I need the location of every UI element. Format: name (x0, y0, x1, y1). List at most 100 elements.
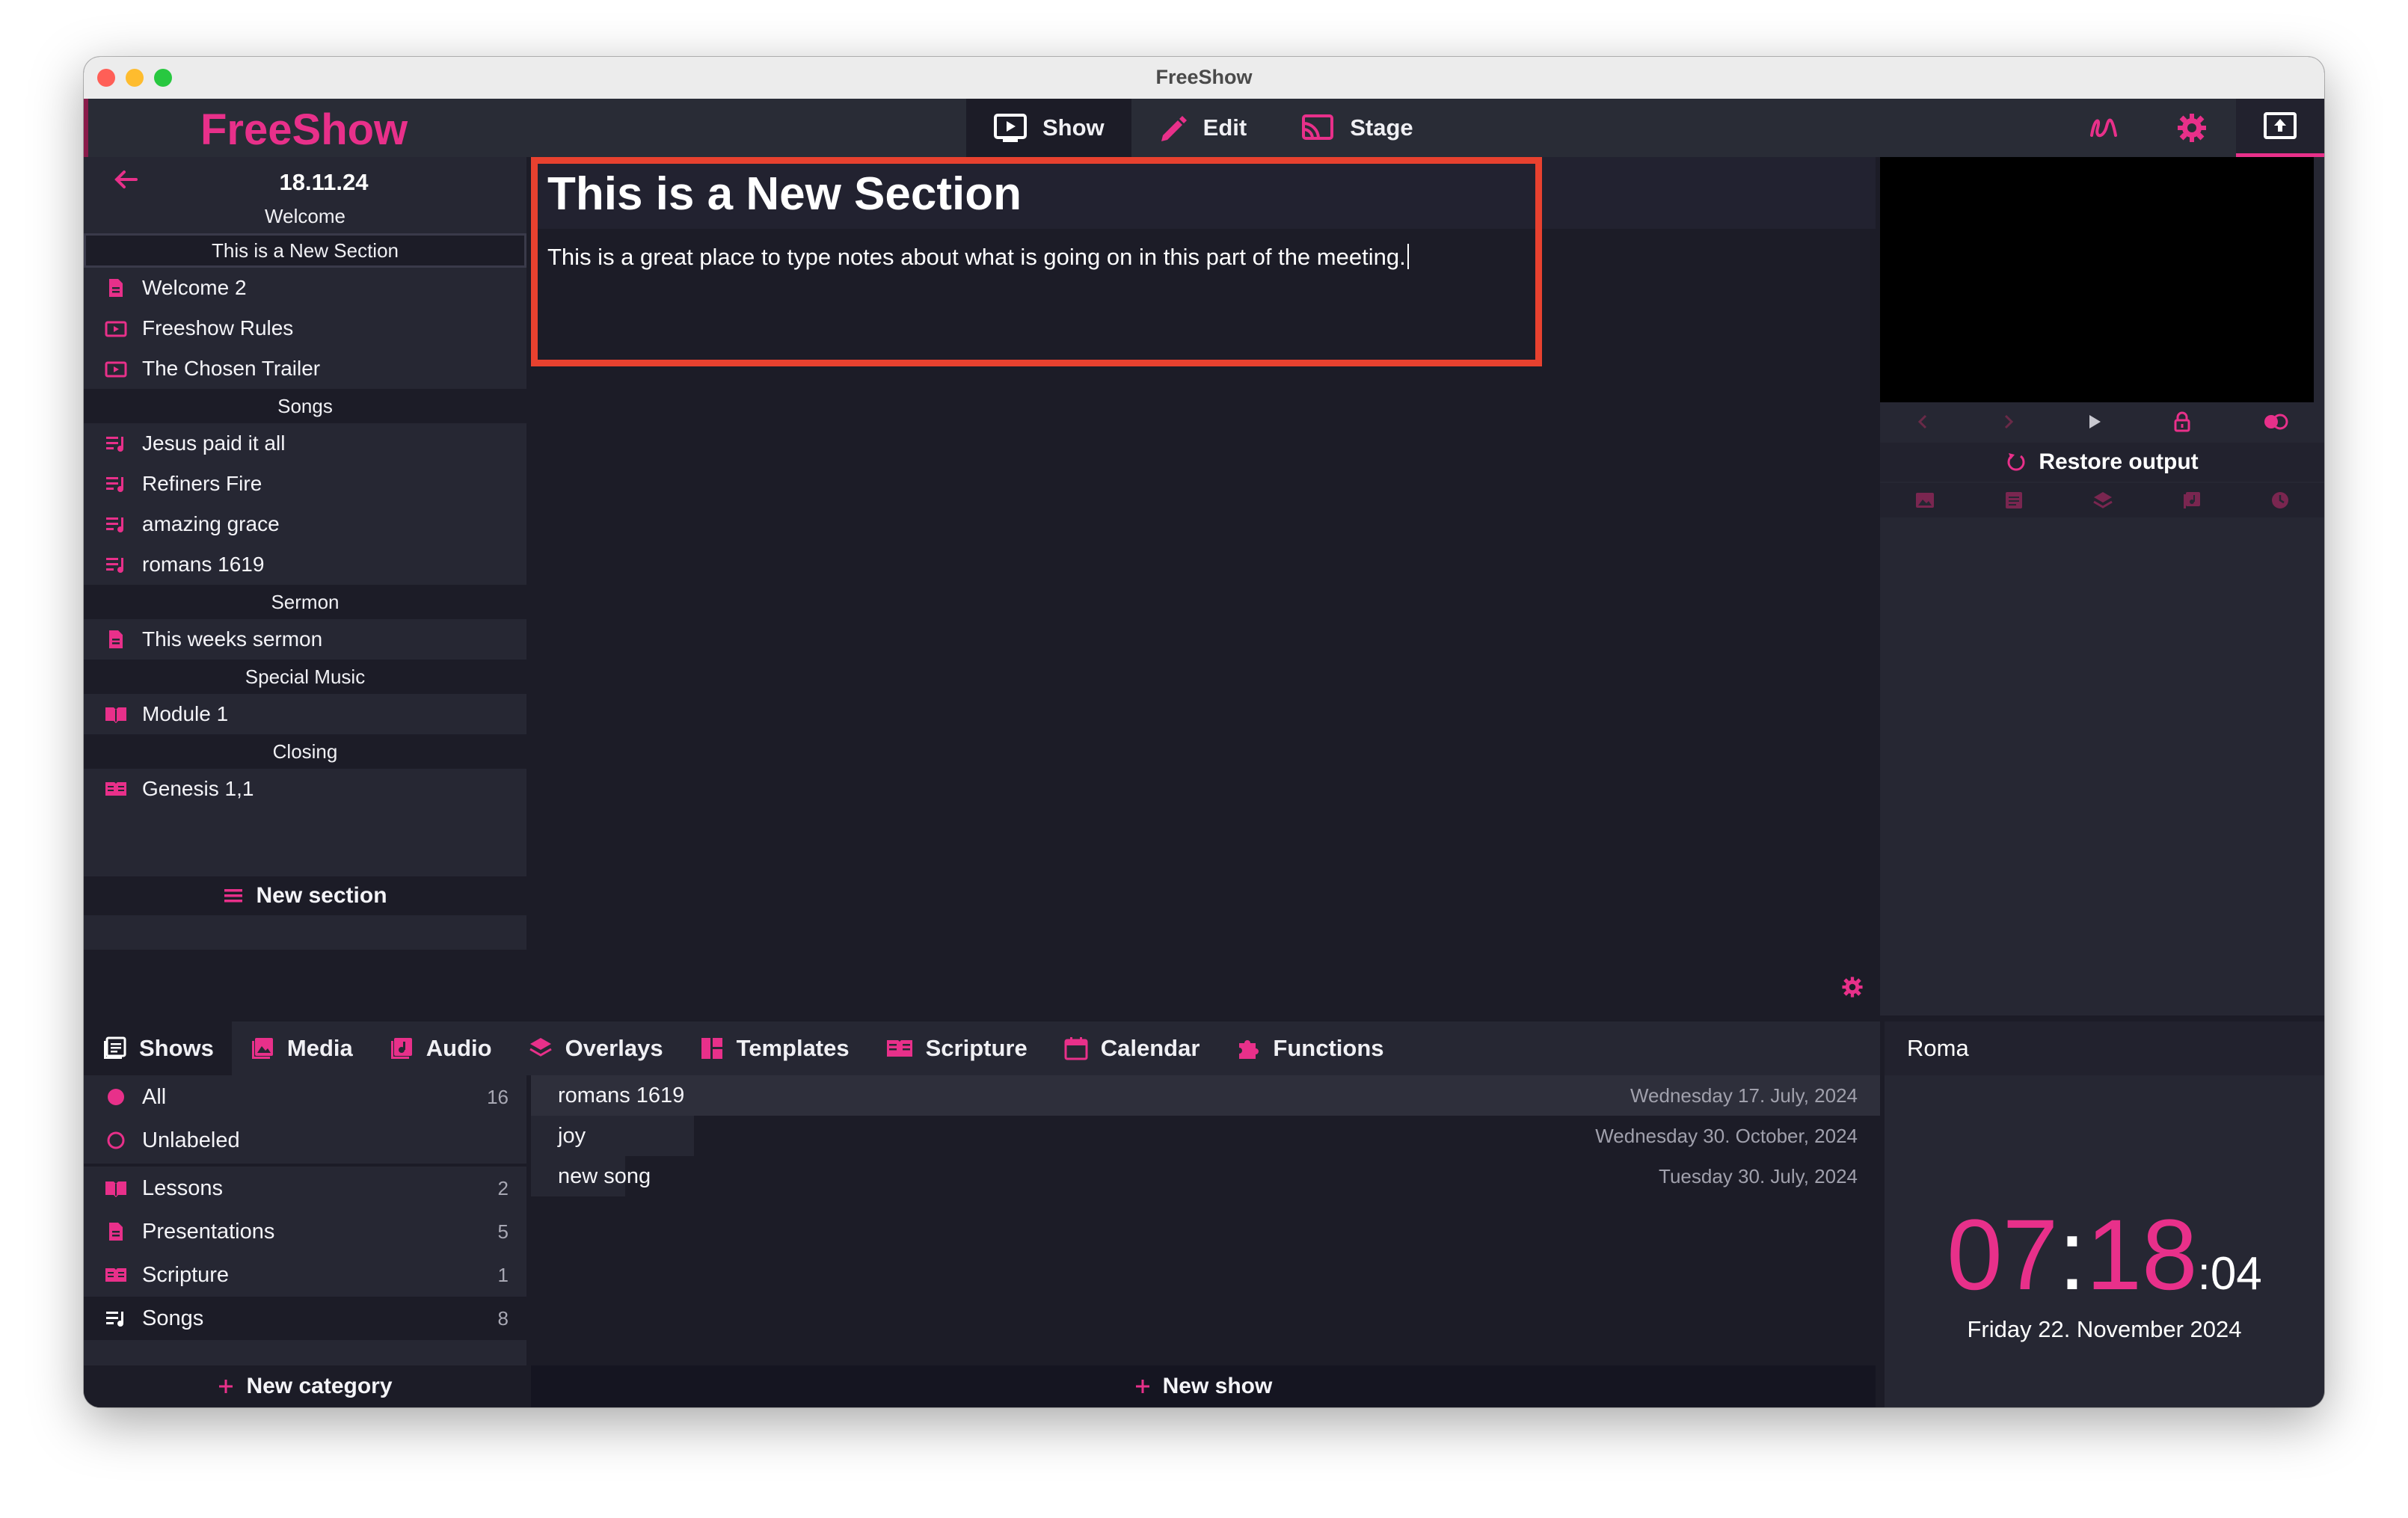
project-item[interactable]: This weeks sermon (84, 619, 526, 660)
mode-tabs: Show Edit Stage (966, 99, 1440, 157)
slide-icon[interactable] (2004, 491, 2024, 510)
plus-icon (218, 1378, 234, 1395)
project-item-label: Jesus paid it all (142, 431, 286, 455)
app-logo: FreeShow (200, 105, 408, 154)
category-unlabeled[interactable]: Unlabeled (84, 1119, 526, 1162)
section-row[interactable]: Welcome (84, 199, 526, 233)
tab-show[interactable]: Show (966, 99, 1131, 157)
tab-shows[interactable]: Shows (84, 1021, 232, 1075)
shows-list: romans 1619 Wednesday 17. July, 2024 joy… (531, 1075, 1880, 1407)
clock-seconds: 04 (2210, 1248, 2262, 1300)
project-item[interactable]: Jesus paid it all (84, 423, 526, 464)
section-row[interactable]: Sermon (84, 585, 526, 619)
transition-icon[interactable] (2262, 413, 2289, 431)
category-all[interactable]: All 16 (84, 1075, 526, 1119)
drawer-tabs: Shows Media Audio Overlays Templates Scr… (84, 1021, 1880, 1075)
show-row[interactable]: romans 1619 Wednesday 17. July, 2024 (531, 1075, 1880, 1116)
project-item[interactable]: Freeshow Rules (84, 308, 526, 348)
new-section-button[interactable]: New section (84, 876, 526, 915)
show-row-highlight (531, 1116, 694, 1156)
new-category-button[interactable]: New category (84, 1365, 526, 1407)
project-item[interactable]: Refiners Fire (84, 464, 526, 504)
tab-scripture[interactable]: Scripture (867, 1021, 1045, 1075)
project-item-label: Refiners Fire (142, 472, 262, 495)
category-label: Songs (142, 1306, 204, 1330)
tab-audio-label: Audio (426, 1035, 492, 1061)
category-scripture[interactable]: Scripture 1 (84, 1253, 526, 1297)
timer-icon[interactable] (2270, 491, 2290, 510)
tab-media[interactable]: Media (232, 1021, 371, 1075)
project-item[interactable]: Welcome 2 (84, 268, 526, 308)
project-item[interactable]: The Chosen Trailer (84, 348, 526, 389)
tab-edit[interactable]: Edit (1131, 99, 1274, 157)
output-panel: Restore output (1880, 157, 2324, 1015)
show-row[interactable]: joy Wednesday 30. October, 2024 (531, 1116, 1880, 1156)
project-item-label: Welcome 2 (142, 276, 247, 299)
project-item[interactable]: Genesis 1,1 (84, 769, 526, 809)
tab-edit-label: Edit (1203, 114, 1247, 141)
tab-shows-label: Shows (139, 1035, 214, 1061)
category-presentations[interactable]: Presentations 5 (84, 1210, 526, 1253)
settings-button[interactable] (2148, 99, 2236, 157)
clock-colon: : (2058, 1199, 2086, 1311)
section-title-input[interactable]: This is a New Section (547, 168, 1022, 221)
lock-icon[interactable] (2173, 411, 2191, 432)
category-lessons[interactable]: Lessons 2 (84, 1167, 526, 1210)
tab-templates[interactable]: Templates (681, 1021, 867, 1075)
restore-output-button[interactable]: Restore output (1880, 443, 2324, 482)
tab-show-label: Show (1042, 114, 1105, 141)
output-toggle-button[interactable] (2236, 99, 2324, 157)
background-icon[interactable] (1914, 491, 1935, 509)
output-preview[interactable] (1880, 157, 2314, 402)
filled-circle-icon (102, 1087, 130, 1107)
tab-calendar[interactable]: Calendar (1045, 1021, 1218, 1075)
section-editor: This is a New Section This is a great pl… (531, 157, 1876, 1015)
new-show-button[interactable]: New show (531, 1365, 1876, 1407)
category-label: Presentations (142, 1219, 275, 1244)
project-item[interactable]: romans 1619 (84, 544, 526, 585)
tab-stage[interactable]: Stage (1274, 99, 1440, 157)
audio-icon[interactable] (2182, 491, 2202, 510)
clock-city: Roma (1885, 1021, 2324, 1075)
tab-overlays[interactable]: Overlays (510, 1021, 681, 1075)
top-bar: FreeShow Show Edit Stage (84, 99, 2324, 157)
restore-output-label: Restore output (2039, 449, 2199, 474)
play-icon[interactable] (2086, 413, 2103, 431)
app-window: FreeShow FreeShow Show Edit Stage 18.11.… (84, 57, 2324, 1407)
next-icon[interactable] (2001, 413, 2016, 431)
clock-time: 07:18:04 (1885, 1198, 2324, 1312)
tab-audio[interactable]: Audio (371, 1021, 510, 1075)
section-notes-input[interactable]: This is a great place to type notes abou… (547, 244, 1409, 271)
calendar-icon (1063, 1036, 1089, 1061)
show-row[interactable]: new song Tuesday 30. July, 2024 (531, 1156, 1880, 1196)
shows-icon (102, 1036, 127, 1061)
presentation-icon (102, 1221, 130, 1242)
project-item-label: This weeks sermon (142, 627, 323, 651)
draw-icon (2087, 113, 2120, 143)
section-row[interactable]: Closing (84, 734, 526, 769)
prev-icon[interactable] (1915, 413, 1930, 431)
section-row[interactable]: Special Music (84, 660, 526, 694)
project-item[interactable]: Module 1 (84, 694, 526, 734)
draw-button[interactable] (2060, 99, 2148, 157)
clock-seconds-colon: : (2197, 1248, 2211, 1300)
overlay-layers-icon[interactable] (2092, 491, 2113, 510)
lesson-icon (102, 704, 130, 724)
scripture-icon (885, 1036, 914, 1061)
category-songs[interactable]: Songs 8 (84, 1297, 526, 1340)
category-count: 8 (497, 1306, 509, 1330)
settings-gear-icon (2176, 112, 2208, 144)
project-item[interactable]: amazing grace (84, 504, 526, 544)
cast-icon (1300, 113, 1335, 143)
presentation-icon (102, 277, 130, 298)
category-label: Unlabeled (142, 1128, 240, 1152)
audio-icon (389, 1036, 414, 1061)
show-name: romans 1619 (558, 1083, 685, 1107)
editor-settings-gear-icon[interactable] (1841, 976, 1864, 1002)
category-panel: All 16 Unlabeled Lessons 2 Presentations… (84, 1075, 526, 1407)
section-row-selected[interactable]: This is a New Section (84, 233, 526, 268)
lesson-icon (102, 1179, 130, 1198)
tab-functions[interactable]: Functions (1217, 1021, 1401, 1075)
section-row[interactable]: Songs (84, 389, 526, 423)
output-layer-tabs (1880, 483, 2324, 517)
